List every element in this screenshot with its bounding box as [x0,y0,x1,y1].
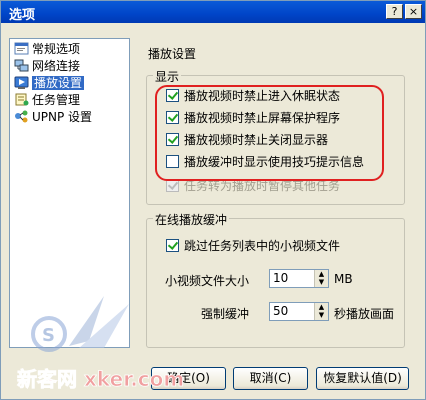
stepper-value: 10 [273,271,289,285]
force-buffer-unit-label: 秒播放画面 [334,307,395,321]
help-button[interactable]: ? [386,4,403,19]
restore-defaults-button[interactable]: 恢复默认值(D) [316,367,409,390]
sidebar-item-general[interactable]: 常规选项 [14,41,80,58]
stepper-value: 50 [273,304,289,318]
sidebar-item-label: 任务管理 [32,93,81,107]
option-label: 跳过任务列表中的小视频文件 [184,239,341,253]
small-file-size-label: 小视频文件大小 [165,274,250,288]
sidebar-item-label: UPNP 设置 [32,110,93,124]
sidebar-item-network[interactable]: 网络连接 [14,58,80,75]
close-button[interactable]: × [405,4,422,19]
upnp-icon [14,110,29,123]
display-group-legend: 显示 [153,68,182,85]
settings-category-tree: 常规选项 网络连接 播放设置 任务管理 UPNP 设置 [9,38,130,348]
general-options-icon [14,42,29,55]
window-title: 选项 [9,8,36,23]
sidebar-item-play-settings[interactable]: 播放设置 [14,75,85,92]
red-highlight-outline [155,85,384,181]
option-skip-small-files[interactable]: 跳过任务列表中的小视频文件 [166,238,340,254]
panel-title: 播放设置 [148,47,197,61]
cancel-button[interactable]: 取消(C) [233,367,308,390]
sidebar-item-label: 网络连接 [32,59,81,73]
stepper-arrows-icon[interactable]: ▲ ▼ [314,270,328,287]
size-unit-label: MB [334,272,353,286]
checkbox[interactable] [166,239,179,252]
sidebar-item-task-manager[interactable]: 任务管理 [14,92,80,109]
ok-button[interactable]: 确定(O) [151,367,226,390]
sidebar-item-label: 常规选项 [32,42,81,56]
force-buffer-label: 强制缓冲 [201,307,250,321]
play-settings-icon [14,76,29,89]
network-icon [14,59,29,72]
task-manager-icon [14,93,29,106]
title-bar[interactable]: 选项 ? × [1,1,425,23]
sidebar-item-label: 播放设置 [32,76,85,90]
sidebar-item-upnp[interactable]: UPNP 设置 [14,109,92,126]
options-dialog: 选项 ? × 常规选项 网络连接 播放设置 任务管理 UPNP 设置 播放设置 … [0,0,426,400]
online-buffer-legend: 在线播放缓冲 [153,211,230,228]
force-buffer-stepper[interactable]: 50 ▲ ▼ [269,302,329,321]
stepper-arrows-icon[interactable]: ▲ ▼ [314,303,328,320]
small-file-size-stepper[interactable]: 10 ▲ ▼ [269,269,329,288]
option-label: 任务转为播放时暂停其他任务 [184,179,341,193]
